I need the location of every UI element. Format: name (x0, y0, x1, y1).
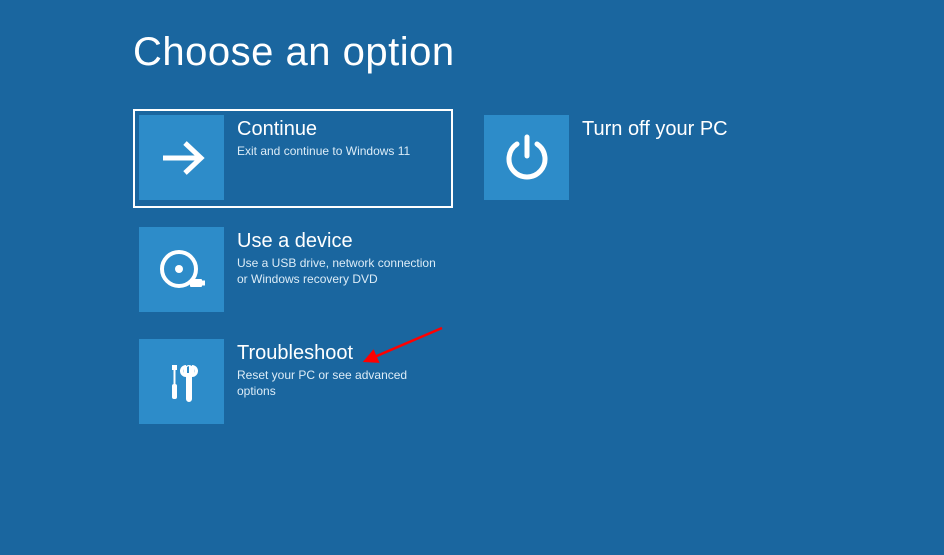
option-use-device-title: Use a device (237, 229, 437, 253)
option-continue-desc: Exit and continue to Windows 11 (237, 144, 410, 160)
option-continue-title: Continue (237, 117, 410, 141)
disc-usb-icon (139, 227, 224, 312)
option-continue[interactable]: Continue Exit and continue to Windows 11 (133, 109, 453, 208)
page-title: Choose an option (133, 30, 944, 75)
option-turnoff[interactable]: Turn off your PC (478, 109, 798, 208)
option-troubleshoot-title: Troubleshoot (237, 341, 437, 365)
option-troubleshoot-desc: Reset your PC or see advanced options (237, 368, 437, 399)
option-use-device[interactable]: Use a device Use a USB drive, network co… (133, 221, 453, 320)
option-use-device-desc: Use a USB drive, network connection or W… (237, 256, 437, 287)
arrow-right-icon (139, 115, 224, 200)
option-turnoff-title: Turn off your PC (582, 117, 728, 141)
tools-icon (139, 339, 224, 424)
options-grid: Continue Exit and continue to Windows 11… (133, 109, 944, 432)
option-troubleshoot[interactable]: Troubleshoot Reset your PC or see advanc… (133, 333, 453, 432)
power-icon (484, 115, 569, 200)
